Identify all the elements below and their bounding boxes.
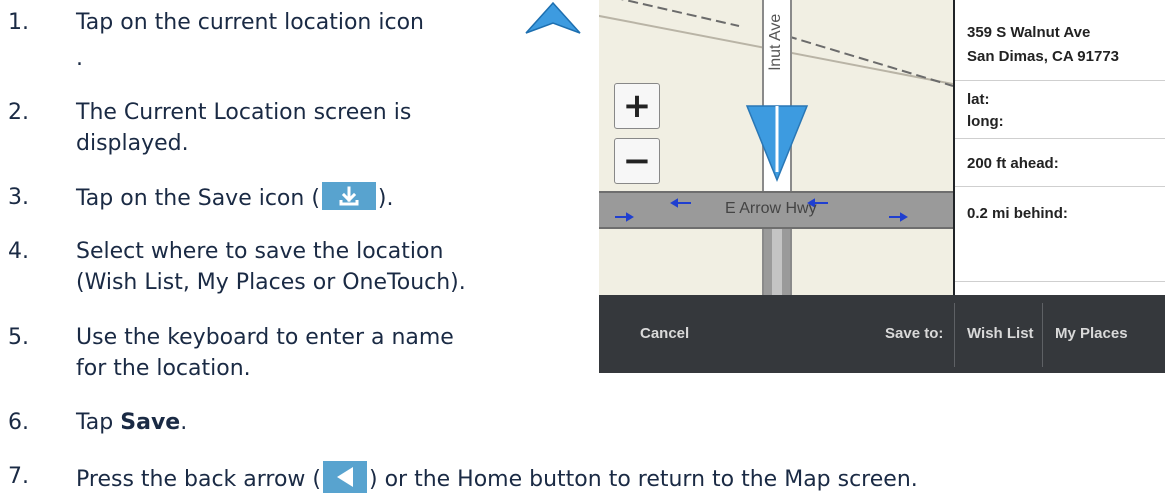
step-text: (Wish List, My Places or OneTouch).	[76, 270, 466, 295]
save-icon	[321, 182, 376, 210]
step-number: 3.	[8, 185, 29, 210]
long-label: long:	[967, 113, 1004, 130]
step-number: 1.	[8, 10, 29, 35]
zoom-in-button[interactable]: +	[614, 83, 660, 129]
step-text: Use the keyboard to enter a name	[76, 325, 454, 350]
step-text: for the location.	[76, 356, 251, 381]
step-text: Tap	[76, 410, 121, 435]
step-number: 4.	[8, 239, 29, 264]
step-text: ) or the Home button to return to the Ma…	[369, 467, 918, 492]
step-text: Tap on the current location icon	[76, 10, 424, 35]
my-places-button[interactable]: My Places	[1055, 325, 1128, 342]
step-number: 5.	[8, 325, 29, 350]
step-text: ).	[377, 186, 394, 211]
save-keyword: Save	[120, 410, 181, 435]
wish-list-button[interactable]: Wish List	[967, 325, 1034, 342]
behind-row: 0.2 mi behind:	[955, 187, 1165, 282]
step-text: Select where to save the location	[76, 239, 444, 264]
location-info-panel: 359 S Walnut Ave San Dimas, CA 91773 lat…	[955, 0, 1165, 295]
behind-label: 0.2 mi behind:	[967, 205, 1068, 222]
address-line-1: 359 S Walnut Ave	[967, 24, 1091, 41]
ahead-label: 200 ft ahead:	[967, 155, 1059, 172]
coordinates-row: lat: long:	[955, 81, 1165, 139]
step-number: 6.	[8, 410, 29, 435]
divider	[954, 303, 955, 367]
step-number: 2.	[8, 100, 29, 125]
step-text: .	[76, 46, 83, 71]
map-view[interactable]: lnut Ave E Arrow Hwy + −	[599, 0, 953, 295]
ahead-row: 200 ft ahead:	[955, 139, 1165, 187]
back-arrow-icon	[323, 461, 367, 493]
step-text: .	[180, 410, 188, 435]
step-text: Press the back arrow (	[76, 467, 321, 492]
divider	[1042, 303, 1043, 367]
step-text: The Current Location screen is	[76, 100, 412, 125]
street-label-horizontal: E Arrow Hwy	[725, 200, 817, 217]
bottom-action-bar: Cancel Save to: Wish List My Places	[599, 295, 1165, 373]
save-to-label: Save to:	[885, 325, 944, 342]
current-location-icon	[525, 1, 581, 34]
cancel-button[interactable]: Cancel	[640, 325, 689, 342]
lat-label: lat:	[967, 91, 990, 108]
step-number: 7.	[8, 464, 29, 489]
step-text: Tap on the Save icon (	[76, 186, 320, 211]
address-line-2: San Dimas, CA 91773	[967, 48, 1120, 65]
current-location-screenshot: lnut Ave E Arrow Hwy + − 359 S Walnut Av…	[599, 0, 1165, 373]
step-text: displayed.	[76, 131, 189, 156]
street-label-vertical: lnut Ave	[767, 13, 784, 71]
address-row: 359 S Walnut Ave San Dimas, CA 91773	[955, 0, 1165, 81]
zoom-out-button[interactable]: −	[614, 138, 660, 184]
